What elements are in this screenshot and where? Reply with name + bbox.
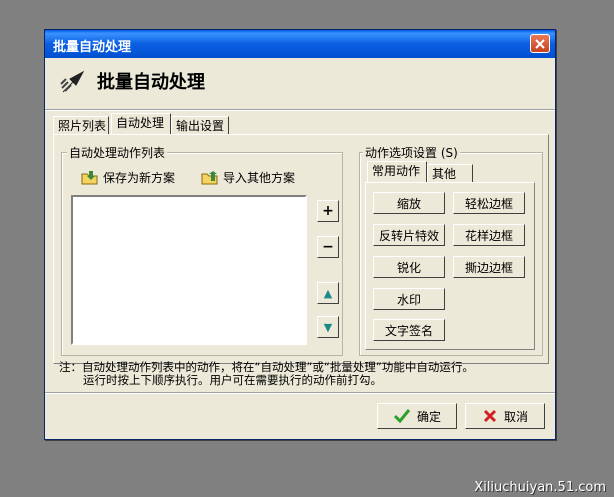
minus-icon: −: [322, 239, 334, 255]
watermark-button[interactable]: 水印: [373, 288, 445, 310]
ok-button[interactable]: 确定: [377, 403, 457, 429]
arrow-down-icon: ▼: [323, 320, 333, 334]
header-divider-highlight: [45, 110, 555, 111]
tab-output-settings[interactable]: 输出设置: [171, 116, 229, 134]
open-folder-icon: [201, 170, 218, 184]
watermark-label: 水印: [396, 292, 421, 307]
dialog-window: 批量自动处理 批量自动处理 照片列表 自动处理 输出设置 自动处理动作列表 保存…: [44, 29, 556, 440]
torn-border-label: 撕边边框: [464, 260, 513, 275]
action-listbox[interactable]: [71, 195, 307, 345]
save-folder-icon: [81, 170, 98, 184]
torn-border-button[interactable]: 撕边边框: [453, 256, 525, 278]
invert-effect-label: 反转片特效: [378, 228, 439, 243]
tab-label: 常用动作: [372, 164, 421, 178]
close-icon: [535, 38, 545, 49]
tab-photo-list[interactable]: 照片列表: [53, 116, 109, 134]
save-scheme-label: 保存为新方案: [103, 171, 176, 185]
tab-auto-process[interactable]: 自动处理: [111, 113, 171, 134]
x-cross-icon: [483, 409, 497, 423]
tab-label: 自动处理: [116, 116, 165, 130]
text-signature-button[interactable]: 文字签名: [373, 319, 445, 341]
cancel-button[interactable]: 取消: [465, 403, 545, 429]
header-title: 批量自动处理: [97, 72, 205, 93]
dialog-header: 批量自动处理: [45, 58, 555, 110]
close-button[interactable]: [530, 34, 550, 53]
ok-label: 确定: [416, 409, 441, 424]
move-down-button[interactable]: ▼: [317, 316, 339, 338]
text-signature-label: 文字签名: [384, 323, 433, 338]
window-title: 批量自动处理: [53, 40, 132, 55]
action-list-group-label: 自动处理动作列表: [67, 144, 168, 161]
easy-border-label: 轻松边框: [464, 196, 513, 211]
tab-label: 其他: [432, 167, 457, 181]
action-options-group-label: 动作选项设置 (S): [363, 144, 460, 161]
tab-other-actions[interactable]: 其他: [427, 164, 473, 182]
plus-icon: +: [322, 203, 334, 219]
title-bar[interactable]: 批量自动处理: [45, 30, 555, 58]
easy-border-button[interactable]: 轻松边框: [453, 192, 525, 214]
cancel-label: 取消: [503, 409, 528, 424]
import-scheme-label: 导入其他方案: [223, 171, 296, 185]
remove-action-button[interactable]: −: [317, 236, 339, 258]
site-watermark: Xiliuchuiyan.51.com: [474, 480, 606, 495]
sharpen-button[interactable]: 锐化: [373, 256, 445, 278]
tab-label: 输出设置: [176, 119, 225, 133]
save-scheme-button[interactable]: 保存为新方案: [81, 169, 175, 186]
zoom-label: 缩放: [396, 196, 421, 211]
import-scheme-button[interactable]: 导入其他方案: [201, 169, 295, 186]
note-line-2: 运行时按上下顺序执行。用户可在需要执行的动作前打勾。: [83, 373, 382, 387]
move-up-button[interactable]: ▲: [317, 282, 339, 304]
sharpen-label: 锐化: [396, 260, 421, 275]
tab-label: 照片列表: [58, 119, 107, 133]
arrow-up-icon: ▲: [323, 286, 333, 300]
invert-effect-button[interactable]: 反转片特效: [373, 224, 445, 246]
fancy-border-button[interactable]: 花样边框: [453, 224, 525, 246]
checkmark-icon: [393, 409, 411, 424]
footer-divider-highlight: [45, 393, 555, 394]
batch-arrow-icon: [60, 70, 85, 93]
fancy-border-label: 花样边框: [464, 228, 513, 243]
zoom-button[interactable]: 缩放: [373, 192, 445, 214]
tab-common-actions[interactable]: 常用动作: [367, 161, 427, 182]
add-action-button[interactable]: +: [317, 200, 339, 222]
